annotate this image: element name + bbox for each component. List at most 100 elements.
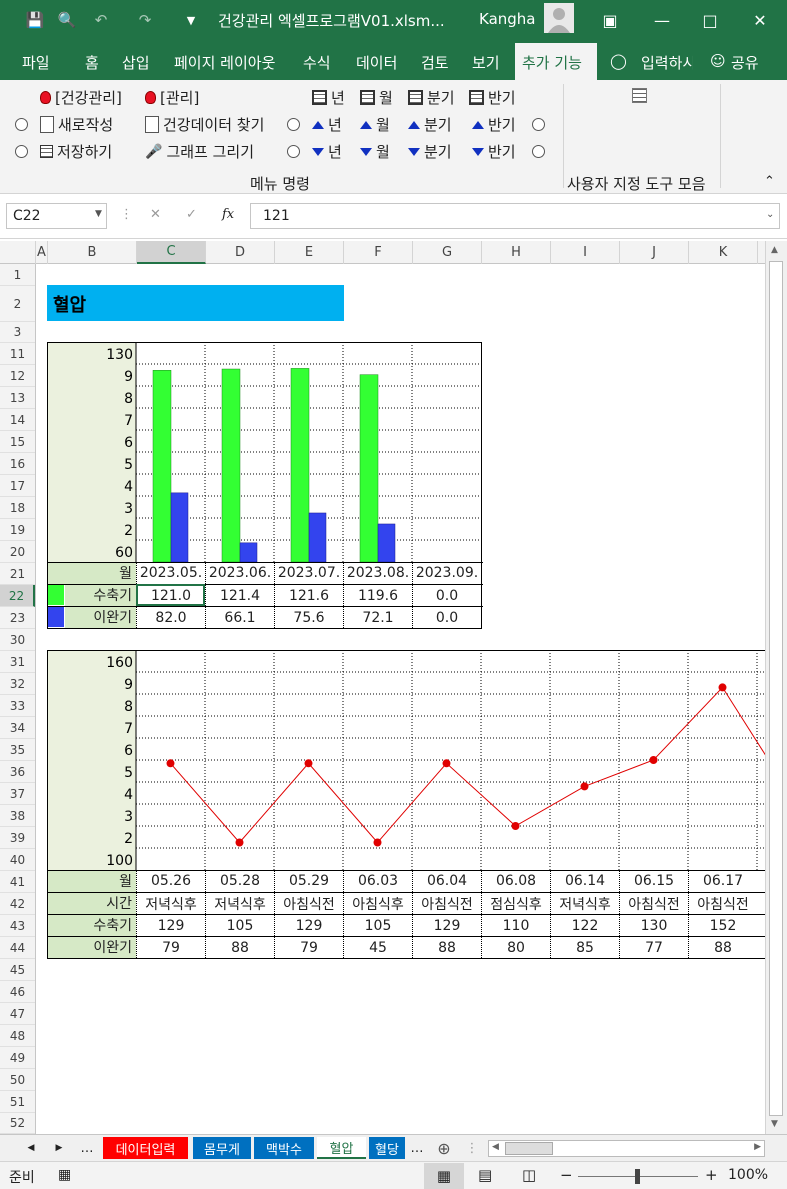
zoom-slider-thumb[interactable]	[635, 1169, 640, 1184]
sheet-tab-blood-sugar[interactable]: 혈당	[369, 1137, 405, 1159]
chart2-diastolic-value[interactable]: 79	[136, 936, 205, 958]
year-up-button[interactable]: 년	[287, 114, 342, 135]
month-view-button[interactable]: 월	[360, 87, 393, 108]
user-name[interactable]: Kangha	[479, 10, 536, 28]
row-header[interactable]: 34	[0, 717, 35, 739]
formula-input[interactable]: 121	[250, 203, 780, 229]
health-menu-button[interactable]: [건강관리]	[40, 87, 122, 108]
chart2-systolic-value[interactable]: 105	[205, 914, 274, 936]
column-header[interactable]: E	[275, 241, 344, 264]
chart2-diastolic-value[interactable]: 45	[343, 936, 412, 958]
select-all-corner[interactable]	[0, 241, 36, 264]
chart2-diastolic-value[interactable]: 88	[688, 936, 757, 958]
quarter-view-button[interactable]: 분기	[408, 87, 455, 108]
scroll-up-icon[interactable]: ▲	[771, 245, 778, 255]
row-header[interactable]: 32	[0, 673, 35, 695]
half-view-button[interactable]: 반기	[469, 87, 516, 108]
chart2-systolic-value[interactable]: 129	[274, 914, 343, 936]
row-header[interactable]: 14	[0, 409, 35, 431]
row-header[interactable]: 33	[0, 695, 35, 717]
row-header[interactable]: 20	[0, 541, 35, 563]
chart2-diastolic-value[interactable]: 77	[619, 936, 688, 958]
row-header[interactable]: 2	[0, 286, 35, 322]
name-box[interactable]: C22	[6, 203, 107, 229]
row-header[interactable]: 31	[0, 651, 35, 673]
chart1-systolic-value[interactable]: 121.6	[274, 584, 343, 606]
custom-tool-icon[interactable]	[632, 88, 647, 103]
add-sheet-icon[interactable]: ⊕	[434, 1137, 454, 1159]
worksheet[interactable]: 혈압 130 9 8 7 6 5 4 3 2 60 월 수축기 이완기 2023.05. 121.0 82.…	[37, 264, 765, 1134]
row-header[interactable]: 38	[0, 805, 35, 827]
column-header[interactable]: D	[206, 241, 275, 264]
row-header[interactable]: 40	[0, 849, 35, 871]
chart2-systolic-value[interactable]: 110	[481, 914, 550, 936]
sheet-tab-weight[interactable]: 몸무게	[193, 1137, 251, 1159]
row-header[interactable]: 44	[0, 937, 35, 959]
expand-formula-icon[interactable]: ⌄	[766, 209, 774, 220]
chart1-systolic-value[interactable]: 119.6	[343, 584, 412, 606]
chart1-systolic-value[interactable]: 121.4	[205, 584, 274, 606]
row-header[interactable]: 49	[0, 1047, 35, 1069]
chart1-diastolic-value[interactable]: 82.0	[136, 606, 205, 628]
row-header[interactable]: 52	[0, 1113, 35, 1134]
row-header[interactable]: 43	[0, 915, 35, 937]
maximize-button[interactable]: □	[698, 8, 722, 32]
scroll-down-icon[interactable]: ▼	[771, 1119, 778, 1129]
tab-home[interactable]: 홈	[85, 52, 99, 73]
chart2-diastolic-value[interactable]: 80	[481, 936, 550, 958]
name-box-dropdown-icon[interactable]: ▼	[95, 209, 102, 219]
row-header[interactable]: 3	[0, 322, 35, 343]
row-header[interactable]: 37	[0, 783, 35, 805]
find-data-button[interactable]: 건강데이터 찾기	[145, 114, 264, 135]
chart1-diastolic-value[interactable]: 0.0	[412, 606, 481, 628]
column-header[interactable]: C	[137, 241, 206, 264]
chart2-diastolic-value[interactable]: 88	[412, 936, 481, 958]
row-header[interactable]: 47	[0, 1003, 35, 1025]
ribbon-display-icon[interactable]: ▣	[598, 8, 622, 32]
next-sheet-icon[interactable]: ▶	[52, 1137, 66, 1159]
zoom-level[interactable]: 100%	[728, 1167, 768, 1183]
print-preview-icon[interactable]: 🔍	[56, 9, 78, 31]
row-header[interactable]: 30	[0, 629, 35, 651]
save-data-button[interactable]: 저장하기	[15, 141, 112, 162]
column-header[interactable]: A	[36, 241, 48, 264]
more-sheets-left-icon[interactable]: …	[78, 1137, 96, 1159]
scroll-left-icon[interactable]: ◀	[492, 1142, 499, 1152]
draw-graph-button[interactable]: 🎤 그래프 그리기	[145, 141, 254, 162]
column-header[interactable]: G	[413, 241, 482, 264]
row-header[interactable]: 19	[0, 519, 35, 541]
chart2-systolic-value[interactable]: 130	[619, 914, 688, 936]
chart1-systolic-value[interactable]: 121.0	[136, 584, 205, 606]
fx-icon[interactable]: fx	[222, 207, 234, 222]
zoom-in-button[interactable]: +	[705, 1166, 718, 1184]
row-header[interactable]: 21	[0, 563, 35, 585]
tab-page-layout[interactable]: 페이지 레이아웃	[174, 52, 275, 73]
scroll-thumb[interactable]	[505, 1142, 553, 1155]
row-header[interactable]: 51	[0, 1091, 35, 1113]
column-header[interactable]: F	[344, 241, 413, 264]
tab-addins[interactable]: 추가 기능	[522, 52, 582, 73]
row-header[interactable]: 48	[0, 1025, 35, 1047]
chart1-systolic-value[interactable]: 0.0	[412, 584, 481, 606]
tab-data[interactable]: 데이터	[356, 52, 397, 73]
vertical-scrollbar[interactable]: ▲ ▼	[765, 241, 787, 1134]
page-layout-view-icon[interactable]: ▤	[478, 1166, 492, 1184]
year-down-button[interactable]: 년	[287, 141, 342, 162]
sheet-tab-blood-pressure[interactable]: 혈압	[317, 1137, 366, 1159]
row-header[interactable]: 39	[0, 827, 35, 849]
tab-formulas[interactable]: 수식	[303, 52, 331, 73]
chart1-diastolic-value[interactable]: 75.6	[274, 606, 343, 628]
row-header[interactable]: 23	[0, 607, 35, 629]
row-header[interactable]: 42	[0, 893, 35, 915]
month-up-button[interactable]: 월	[360, 114, 390, 135]
half-down-button[interactable]: 반기	[472, 141, 545, 162]
chart1-diastolic-value[interactable]: 66.1	[205, 606, 274, 628]
chart2-systolic-value[interactable]: 129	[412, 914, 481, 936]
year-view-button[interactable]: 년	[312, 87, 345, 108]
row-header[interactable]: 50	[0, 1069, 35, 1091]
column-header[interactable]: K	[689, 241, 758, 264]
row-header[interactable]: 12	[0, 365, 35, 387]
chart2-systolic-value[interactable]: 105	[343, 914, 412, 936]
column-header[interactable]: H	[482, 241, 551, 264]
column-header[interactable]: I	[551, 241, 620, 264]
